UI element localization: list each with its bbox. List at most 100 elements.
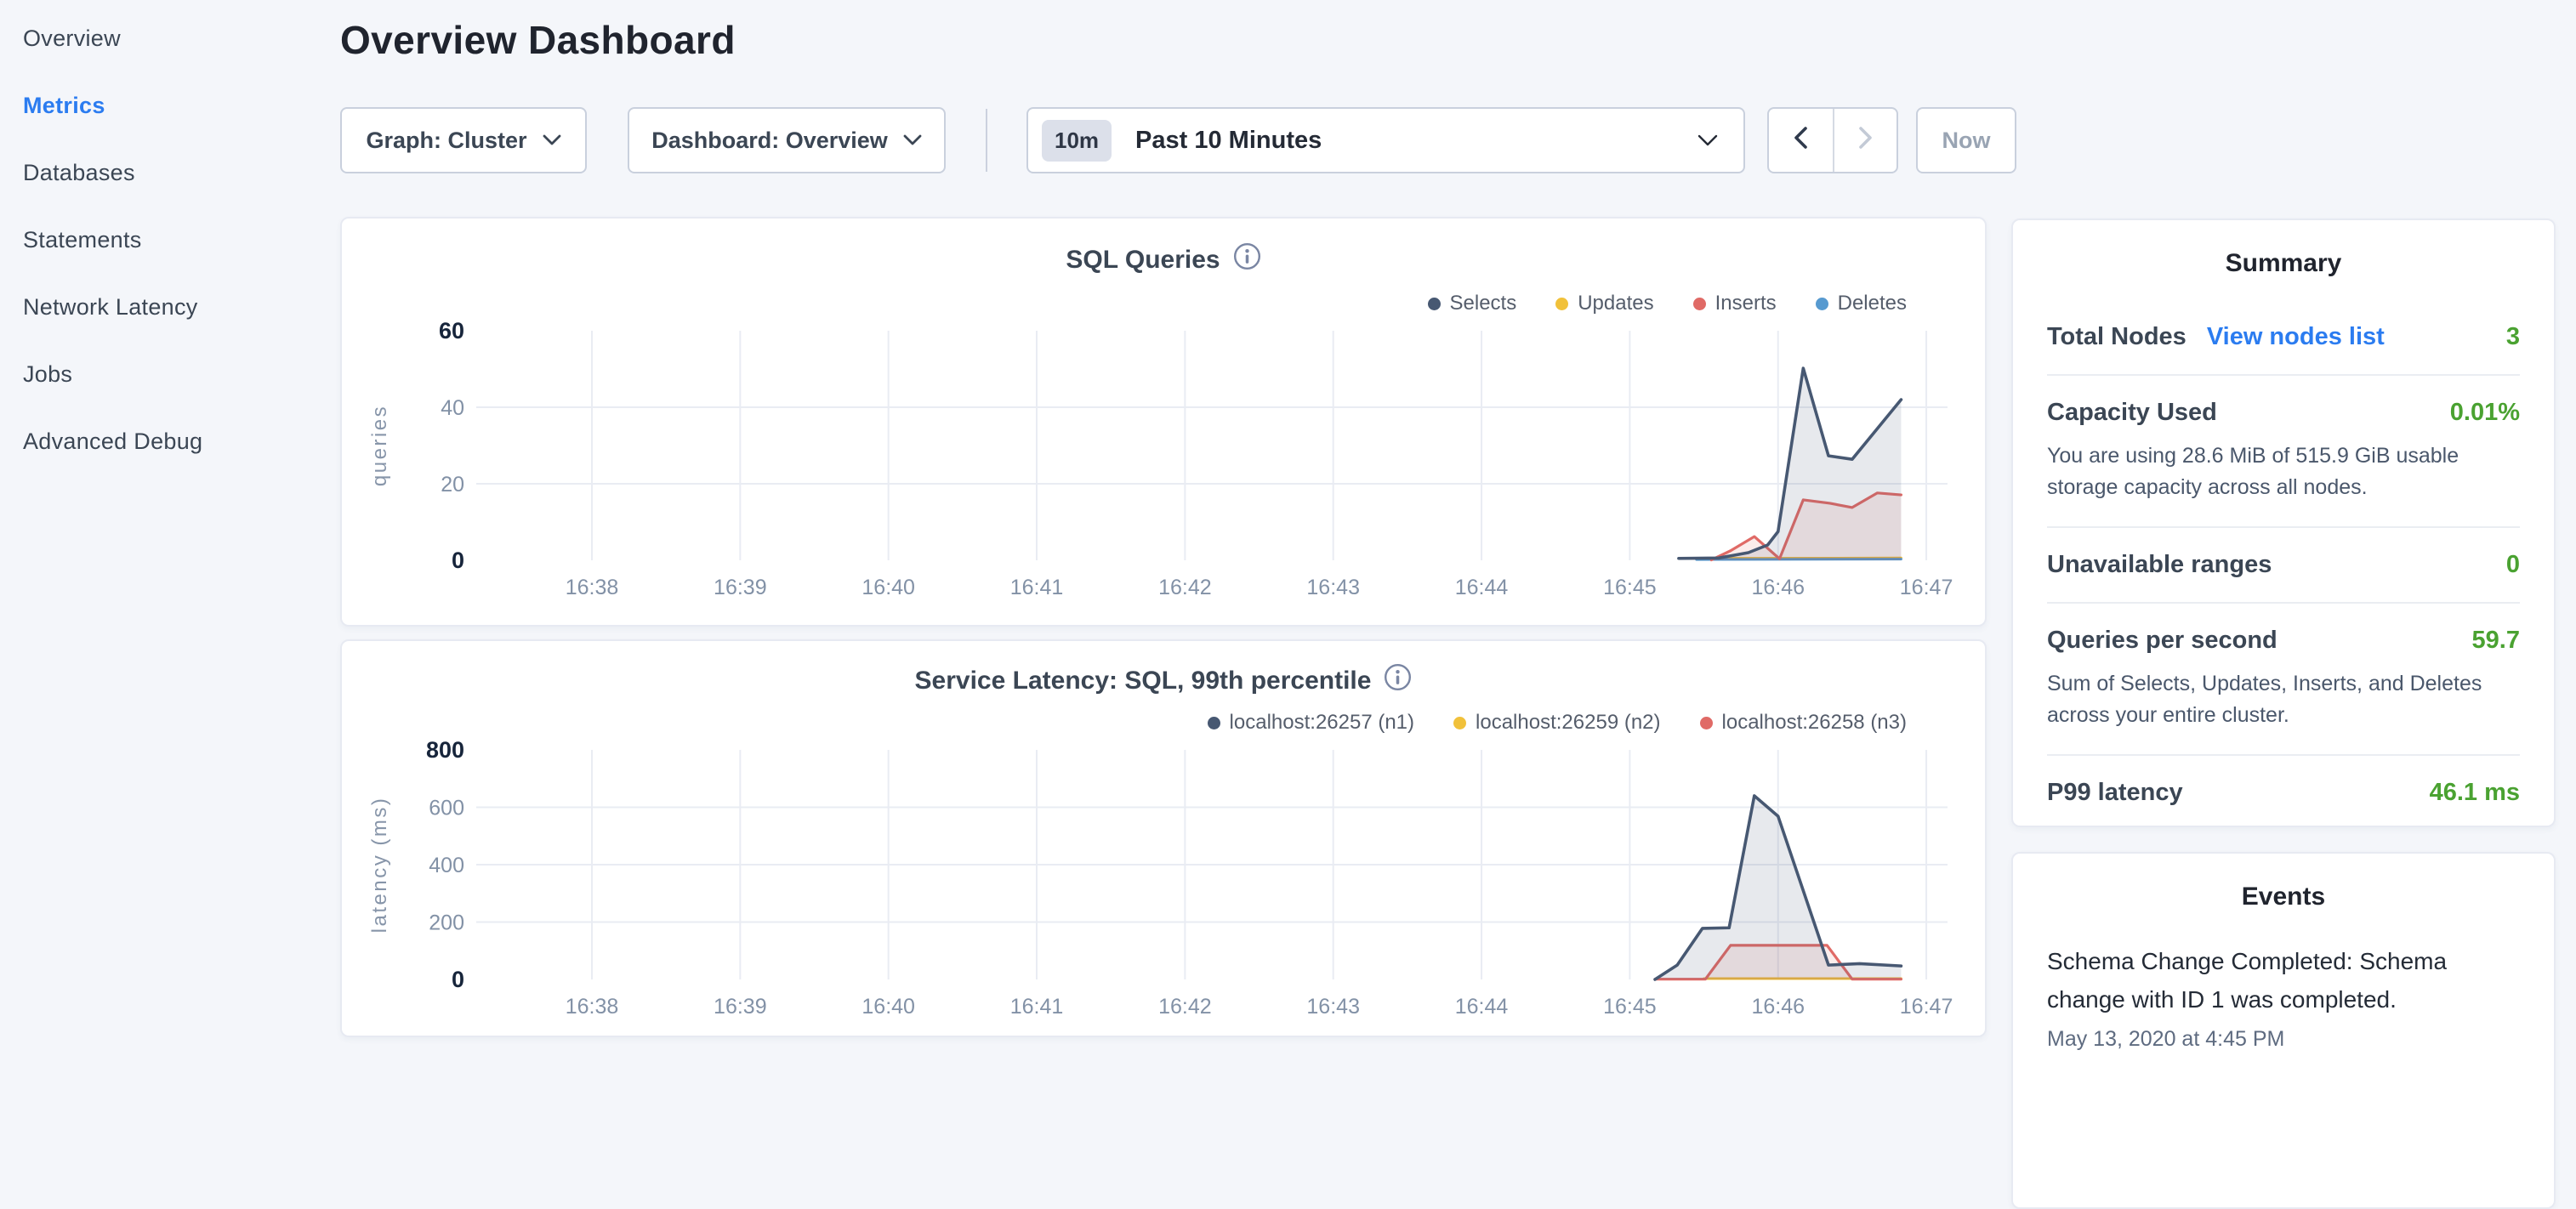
- summary-row-main: Total Nodes View nodes list 3: [2047, 323, 2520, 351]
- summary-row-label: Total Nodes: [2047, 323, 2186, 351]
- legend-label: localhost:26257 (n1): [1230, 711, 1414, 735]
- y-tick-label: 0: [452, 967, 464, 992]
- sidebar-item-jobs[interactable]: Jobs: [0, 341, 323, 408]
- legend-label: localhost:26259 (n2): [1476, 711, 1660, 735]
- x-tick-label: 16:44: [1455, 995, 1509, 1019]
- legend-dot: [1700, 717, 1713, 729]
- event-item[interactable]: Schema Change Completed: Schema change w…: [2047, 942, 2520, 1052]
- y-tick-label: 0: [452, 548, 464, 573]
- x-tick-label: 16:42: [1158, 995, 1212, 1019]
- summary-row-main: P99 latency 46.1 ms: [2047, 779, 2520, 807]
- legend-item-updates[interactable]: Updates: [1555, 292, 1653, 315]
- x-tick-label: 16:45: [1603, 576, 1657, 599]
- legend-label: Selects: [1450, 292, 1517, 315]
- sidebar-item-statements[interactable]: Statements: [0, 207, 323, 274]
- events-title: Events: [2013, 883, 2554, 911]
- x-tick-label: 16:47: [1900, 995, 1953, 1019]
- summary-row-value: 3: [2506, 323, 2520, 351]
- legend-dot: [1453, 717, 1466, 729]
- sidebar-item-overview[interactable]: Overview: [0, 5, 323, 72]
- chevron-down-icon: [543, 134, 561, 146]
- summary-row-value: 59.7: [2472, 627, 2520, 655]
- summary-row-p99-latency: P99 latency 46.1 ms: [2047, 754, 2520, 830]
- chart-plot[interactable]: 16:3816:3916:4016:4116:4216:4316:4416:45…: [357, 733, 1965, 1015]
- info-icon[interactable]: [1384, 663, 1412, 698]
- page-title: Overview Dashboard: [340, 17, 736, 63]
- x-tick-label: 16:44: [1455, 576, 1509, 599]
- series-area-localhost-26257-n1: [1655, 796, 1901, 979]
- chart-plot[interactable]: 16:3816:3916:4016:4116:4216:4316:4416:45…: [357, 314, 1965, 596]
- legend-item-localhost-26258-n3[interactable]: localhost:26258 (n3): [1700, 711, 1907, 735]
- summary-row-main: Capacity Used 0.01%: [2047, 399, 2520, 427]
- legend-item-deletes[interactable]: Deletes: [1816, 292, 1907, 315]
- info-icon[interactable]: [1233, 242, 1261, 277]
- sidebar-item-metrics[interactable]: Metrics: [0, 72, 323, 139]
- chevron-right-icon: [1858, 126, 1873, 156]
- summary-row-subtext: Sum of Selects, Updates, Inserts, and De…: [2047, 668, 2520, 731]
- chart-legend: Selects Updates Inserts Deletes: [1428, 292, 1908, 315]
- legend-dot: [1208, 717, 1220, 729]
- x-tick-label: 16:38: [566, 995, 619, 1019]
- sidebar-item-databases[interactable]: Databases: [0, 139, 323, 207]
- time-range-selector[interactable]: 10m Past 10 Minutes: [1026, 107, 1745, 173]
- summary-card: Summary Total Nodes View nodes list 3 Capac…: [2011, 219, 2556, 827]
- y-axis-label: latency (ms): [368, 797, 391, 934]
- summary-row-label: Queries per second: [2047, 627, 2277, 655]
- summary-row-queries-per-second: Queries per second 59.7 Sum of Selects, Up…: [2047, 602, 2520, 754]
- legend-label: Deletes: [1838, 292, 1907, 315]
- summary-row-main: Unavailable ranges 0: [2047, 551, 2520, 579]
- time-nav-group: [1767, 107, 1898, 173]
- time-range-badge: 10m: [1042, 120, 1112, 162]
- now-button[interactable]: Now: [1916, 107, 2016, 173]
- dashboard-dropdown-label: Dashboard: Overview: [651, 128, 888, 154]
- summary-row-value: 0.01%: [2450, 399, 2520, 427]
- y-tick-label: 600: [429, 797, 464, 820]
- summary-rows: Total Nodes View nodes list 3 Capacity Used…: [2013, 300, 2554, 830]
- sidebar-item-network-latency[interactable]: Network Latency: [0, 274, 323, 341]
- time-back-button[interactable]: [1769, 109, 1833, 172]
- y-tick-label: 200: [429, 911, 464, 935]
- events-body: Schema Change Completed: Schema change w…: [2013, 942, 2554, 1052]
- legend-item-selects[interactable]: Selects: [1428, 292, 1517, 315]
- x-tick-label: 16:43: [1306, 576, 1360, 599]
- graph-dropdown[interactable]: Graph: Cluster: [340, 107, 587, 173]
- y-tick-label: 20: [441, 473, 464, 497]
- gridlines: [476, 331, 1948, 560]
- chevron-down-icon: [1697, 134, 1718, 147]
- summary-row-label: Unavailable ranges: [2047, 551, 2272, 579]
- summary-row-label: P99 latency: [2047, 779, 2183, 807]
- legend-dot: [1693, 298, 1706, 310]
- chevron-down-icon: [903, 134, 922, 146]
- legend-label: Inserts: [1715, 292, 1777, 315]
- dashboard-dropdown[interactable]: Dashboard: Overview: [628, 107, 946, 173]
- chevron-left-icon: [1794, 126, 1808, 156]
- y-axis-label: queries: [368, 405, 391, 486]
- x-tick-label: 16:39: [714, 576, 767, 599]
- events-card: Events Schema Change Completed: Schema c…: [2011, 852, 2556, 1209]
- now-button-label: Now: [1942, 128, 1991, 154]
- x-tick-label: 16:40: [862, 576, 915, 599]
- legend-item-localhost-26259-n2[interactable]: localhost:26259 (n2): [1453, 711, 1660, 735]
- sidebar-item-advanced-debug[interactable]: Advanced Debug: [0, 408, 323, 475]
- summary-row-total-nodes: Total Nodes View nodes list 3: [2047, 300, 2520, 374]
- legend-dot: [1428, 298, 1441, 310]
- y-tick-label: 400: [429, 854, 464, 877]
- legend-label: Updates: [1578, 292, 1653, 315]
- summary-row-subtext: You are using 28.6 MiB of 515.9 GiB usab…: [2047, 440, 2520, 503]
- summary-row-value: 46.1 ms: [2430, 779, 2520, 807]
- x-tick-label: 16:41: [1010, 995, 1064, 1019]
- legend-item-localhost-26257-n1[interactable]: localhost:26257 (n1): [1208, 711, 1414, 735]
- summary-title: Summary: [2013, 249, 2554, 278]
- time-forward-button[interactable]: [1833, 109, 1896, 172]
- view-nodes-list-link[interactable]: View nodes list: [2207, 323, 2385, 351]
- x-tick-label: 16:43: [1306, 995, 1360, 1019]
- sql-queries-title: SQL Queries: [342, 242, 1985, 277]
- x-tick-label: 16:39: [714, 995, 767, 1019]
- summary-row-value: 0: [2506, 551, 2520, 579]
- legend-dot: [1816, 298, 1828, 310]
- x-tick-label: 16:47: [1900, 576, 1953, 599]
- y-tick-label: 800: [426, 737, 464, 763]
- legend-item-inserts[interactable]: Inserts: [1693, 292, 1777, 315]
- legend-dot: [1555, 298, 1568, 310]
- summary-row-label: Capacity Used: [2047, 399, 2217, 427]
